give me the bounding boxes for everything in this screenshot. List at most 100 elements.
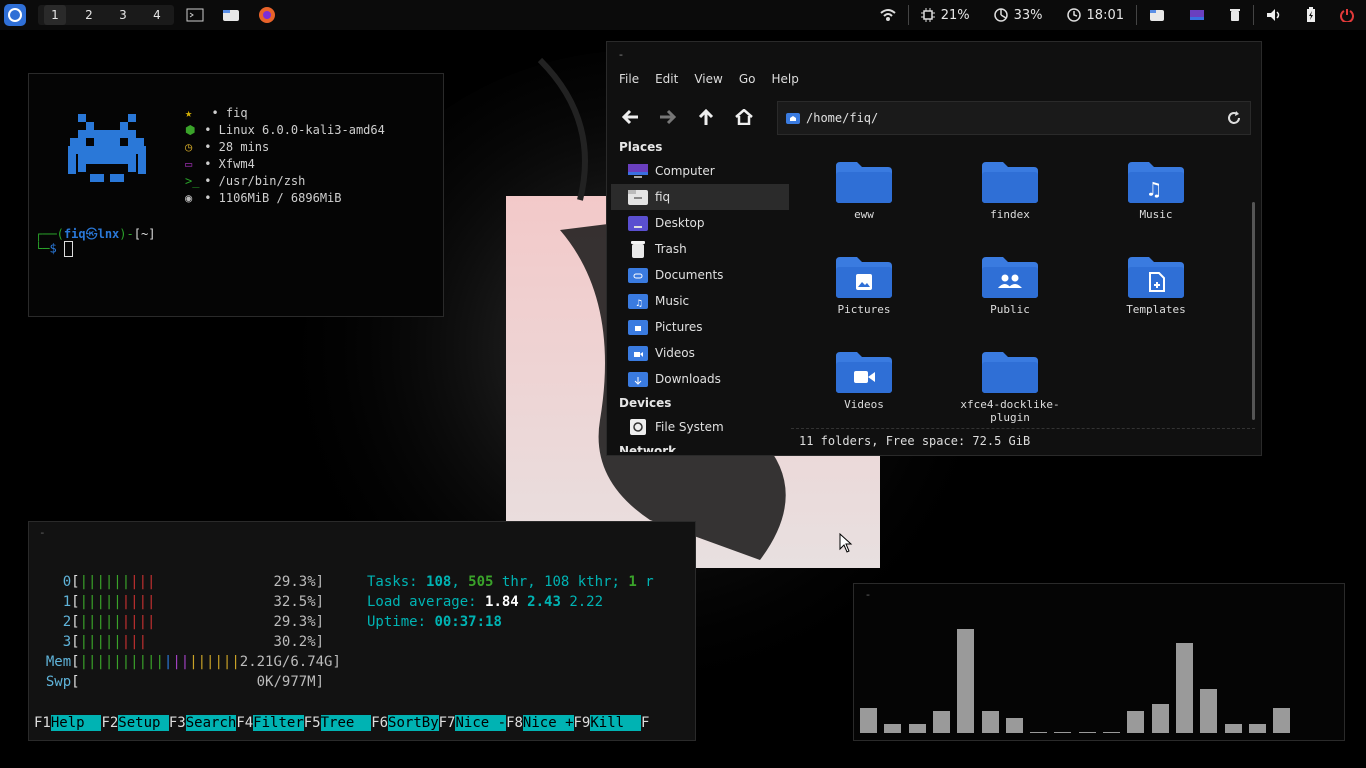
fkey-f10[interactable]: F <box>641 715 649 731</box>
sidebar-item-music[interactable]: ♫ Music <box>611 288 789 314</box>
computer-icon <box>627 162 649 180</box>
sidebar-item-pictures[interactable]: Pictures <box>611 314 789 340</box>
menu-go[interactable]: Go <box>739 72 756 86</box>
home-button[interactable] <box>725 102 763 132</box>
nf-user-line: ★ • fiq <box>185 106 248 120</box>
mem-meter: Mem[|||||||||||||||||||2.21G/6.74G] <box>45 654 341 670</box>
network-header: Network <box>619 444 677 452</box>
sidebar-item-fiq[interactable]: fiq <box>611 184 789 210</box>
load-line: Load average: 1.84 2.43 2.22 <box>367 594 603 610</box>
load-label: Load average: <box>367 594 477 610</box>
app-launcher-button[interactable] <box>4 4 26 26</box>
file-view-scrollbar[interactable] <box>1252 202 1255 420</box>
pictures-folder-icon <box>627 318 649 336</box>
fkey-f5[interactable]: F5Tree <box>304 715 372 731</box>
workspace-2[interactable]: 2 <box>72 5 106 25</box>
running-label: r <box>645 574 654 590</box>
sidebar-item-file-system[interactable]: File System <box>611 414 789 440</box>
display-icon <box>1190 10 1204 20</box>
menu-view[interactable]: View <box>694 72 722 86</box>
up-button[interactable] <box>687 102 725 132</box>
audio-visualizer-window[interactable]: - <box>853 583 1345 741</box>
tasks-label: Tasks: <box>367 574 418 590</box>
fkey-f9[interactable]: F9Kill <box>574 715 641 731</box>
taskbar-firefox[interactable] <box>252 3 282 27</box>
kthreads: 108 kthr; <box>544 574 620 590</box>
terminal-icon <box>186 8 204 22</box>
file-manager-window[interactable]: - File Edit View Go Help /home/fiq/ Plac… <box>606 41 1262 456</box>
devices-header: Devices <box>619 396 672 410</box>
shell-input-line[interactable]: └─$ <box>35 241 73 257</box>
load-5: 2.43 <box>527 594 561 610</box>
neofetch-terminal-window[interactable]: ★ • fiq ⬢ • Linux 6.0.0-kali3-amd64 ◷ • … <box>28 73 444 317</box>
visualizer-bar <box>1248 724 1266 733</box>
folder-videos[interactable]: Videos <box>799 350 929 411</box>
sidebar-item-documents[interactable]: Documents <box>611 262 789 288</box>
visualizer-bar <box>1005 718 1023 733</box>
menu-edit[interactable]: Edit <box>655 72 678 86</box>
folder-findex[interactable]: findex <box>945 160 1075 221</box>
swap-value: 0K/977M] <box>256 674 325 690</box>
fkey-f7[interactable]: F7Nice - <box>439 715 507 731</box>
nf-wm: • Xfwm4 <box>204 157 255 171</box>
network-indicator[interactable] <box>868 8 908 22</box>
workspace-3[interactable]: 3 <box>106 5 140 25</box>
power-icon <box>1340 9 1354 22</box>
htop-terminal-window[interactable]: - 0[||||||||| 29.3%] 1[||||||||| 32.5%] … <box>28 521 696 741</box>
clock-icon: ◷ <box>185 140 193 154</box>
menu-help[interactable]: Help <box>771 72 798 86</box>
fkey-f8[interactable]: F8Nice + <box>506 715 574 731</box>
fkey-f4[interactable]: F4Filter <box>236 715 304 731</box>
prompt-host: lnx <box>97 227 120 241</box>
fkey-f1[interactable]: F1Help <box>34 715 102 731</box>
volume-control[interactable] <box>1254 8 1294 22</box>
fkey-f6[interactable]: F6SortBy <box>371 715 439 731</box>
folder-icon <box>223 10 239 21</box>
tray-files[interactable] <box>1137 9 1177 22</box>
folder-templates[interactable]: Templates <box>1091 255 1221 316</box>
visualizer-bar <box>1127 711 1145 733</box>
sidebar-item-trash[interactable]: Trash <box>611 236 789 262</box>
memory-indicator[interactable]: 33% <box>982 8 1055 23</box>
taskbar-file-manager[interactable] <box>216 3 246 27</box>
back-button[interactable] <box>611 102 649 132</box>
refresh-icon[interactable] <box>1226 110 1242 126</box>
visualizer-bar <box>1103 732 1120 733</box>
tray-display[interactable] <box>1177 9 1217 21</box>
fkey-f3[interactable]: F3Search <box>169 715 237 731</box>
forward-button[interactable] <box>649 102 687 132</box>
fkey-f2[interactable]: F2Setup <box>101 715 169 731</box>
power-button[interactable] <box>1328 8 1366 22</box>
tray-trash[interactable] <box>1217 8 1253 22</box>
battery-indicator[interactable] <box>1294 7 1328 23</box>
folder-public[interactable]: Public <box>945 255 1075 316</box>
folder-music[interactable]: ♫ Music <box>1091 160 1221 221</box>
cpu-indicator[interactable]: 21% <box>909 8 982 23</box>
location-bar[interactable]: /home/fiq/ <box>777 101 1251 135</box>
workspace-1[interactable]: 1 <box>44 5 66 25</box>
clock[interactable]: 18:01 <box>1055 8 1136 23</box>
tasks-count: 108 <box>426 574 452 590</box>
sidebar-item-computer[interactable]: Computer <box>611 158 789 184</box>
firefox-icon <box>259 7 275 23</box>
folder-label: Videos <box>844 398 884 411</box>
home-icon <box>735 109 753 125</box>
taskbar-terminal[interactable] <box>180 3 210 27</box>
sidebar-item-videos[interactable]: Videos <box>611 340 789 366</box>
sidebar: Places Computer fiq Desktop Trash Docume… <box>611 136 789 452</box>
uptime-value: 00:37:18 <box>434 614 502 630</box>
sidebar-item-desktop[interactable]: Desktop <box>611 210 789 236</box>
folder-pictures[interactable]: Pictures <box>799 255 929 316</box>
visualizer-bar <box>1200 689 1218 733</box>
workspace-4[interactable]: 4 <box>140 5 174 25</box>
folder-icon <box>1150 9 1164 21</box>
menu-file[interactable]: File <box>619 72 639 86</box>
cpu-meter-3: 3[|||||||| 30.2%] <box>62 634 325 650</box>
swap-label: Swp <box>45 674 72 690</box>
sidebar-item-downloads[interactable]: Downloads <box>611 366 789 392</box>
cpu-percent: 29.3%] <box>273 574 325 590</box>
folder-xfce4-docklike-plugin[interactable]: xfce4-docklike-plugin <box>945 350 1075 424</box>
nf-kernel: • Linux 6.0.0-kali3-amd64 <box>204 123 385 137</box>
window-title: - <box>619 48 623 61</box>
folder-eww[interactable]: eww <box>799 160 929 221</box>
